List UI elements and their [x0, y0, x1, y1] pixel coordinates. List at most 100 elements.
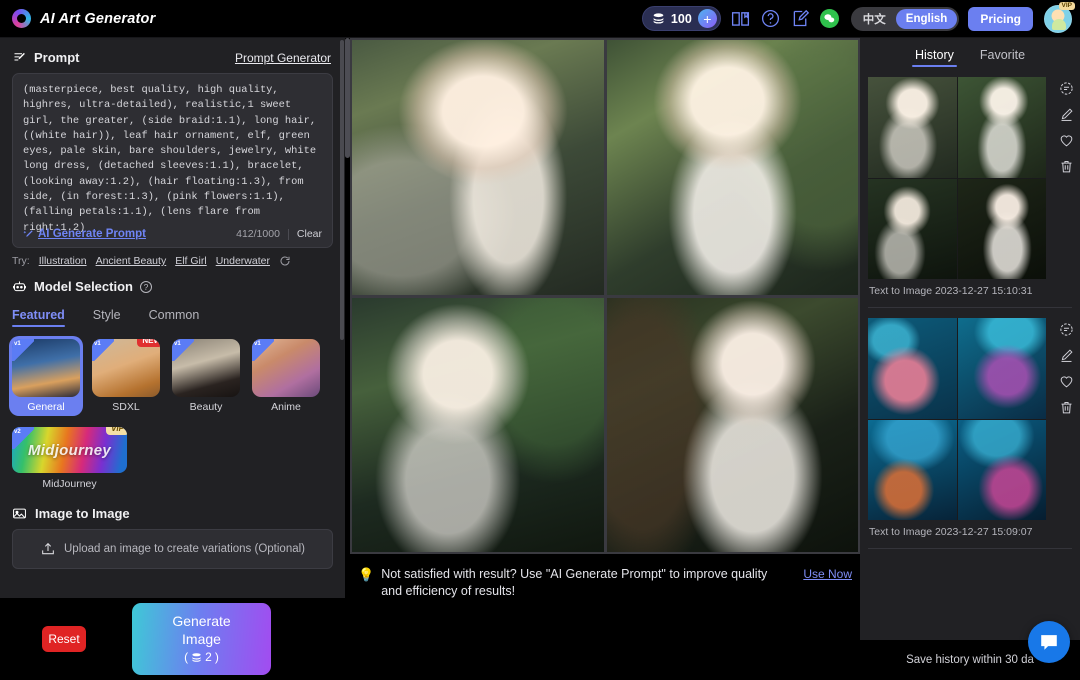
model-section-header: Model Selection ?: [0, 267, 345, 302]
left-scrollbar[interactable]: [340, 40, 344, 340]
tab-favorite[interactable]: Favorite: [980, 48, 1025, 67]
try-tag-illustration[interactable]: Illustration: [39, 255, 87, 267]
language-toggle[interactable]: 中文 English: [850, 6, 960, 31]
coin-stack-icon: [192, 653, 201, 662]
model-card-general[interactable]: v1 General: [9, 336, 83, 416]
result-tip-bar: 💡 Not satisfied with result? Use "AI Gen…: [350, 562, 860, 600]
delete-trash-icon[interactable]: [1059, 159, 1074, 174]
result-image-3[interactable]: [352, 297, 604, 552]
result-image-4[interactable]: [606, 297, 858, 552]
result-tip-text: Not satisfied with result? Use "AI Gener…: [381, 567, 768, 599]
app-header: AI Art Generator 100 + 中文 English Pricin…: [0, 0, 1080, 38]
left-sidebar: Prompt Prompt Generator (masterpiece, be…: [0, 38, 345, 598]
model-card-midjourney[interactable]: v2 Midjourney VIP MidJourney: [12, 427, 127, 490]
avatar[interactable]: VIP: [1044, 1, 1075, 33]
swirl-logo-icon: [12, 9, 31, 28]
model-card-sdxl[interactable]: v1 NEW SDXL: [92, 339, 160, 413]
history-tabs: History Favorite: [860, 38, 1080, 67]
version-corner-badge: v1: [252, 339, 274, 361]
new-badge: NEW: [137, 339, 160, 347]
generate-image-button[interactable]: Generate Image ( 2): [132, 603, 271, 675]
tab-style[interactable]: Style: [93, 308, 121, 327]
try-label: Try:: [12, 255, 30, 267]
vip-badge: VIP: [1058, 1, 1075, 10]
try-tag-underwater[interactable]: Underwater: [216, 255, 270, 267]
history-divider: [868, 548, 1072, 549]
prompt-generator-link[interactable]: Prompt Generator: [235, 51, 331, 65]
chat-bubble-icon[interactable]: [1028, 621, 1070, 663]
prompt-input-box[interactable]: (masterpiece, best quality, high quality…: [12, 73, 333, 248]
tab-featured[interactable]: Featured: [12, 308, 65, 327]
lightbulb-icon: 💡: [358, 567, 375, 582]
model-thumb-beauty: v1: [172, 339, 240, 397]
history-thumb[interactable]: [957, 77, 1046, 178]
history-thumb[interactable]: [868, 318, 957, 419]
add-credits-button[interactable]: +: [697, 9, 717, 28]
book-icon[interactable]: [730, 8, 751, 29]
delete-trash-icon[interactable]: [1059, 400, 1074, 415]
credits-badge[interactable]: 100 +: [641, 6, 721, 31]
regenerate-icon[interactable]: [1059, 322, 1074, 337]
prompt-input[interactable]: (masterpiece, best quality, high quality…: [23, 83, 322, 236]
ai-generate-prompt-button[interactable]: AI Generate Prompt: [23, 228, 146, 240]
prompt-char-counter: 412/1000: [236, 228, 280, 240]
version-corner-badge: v2: [12, 427, 34, 449]
history-caption: Text to Image 2023-12-27 15:09:07: [869, 526, 1033, 538]
history-actions: [1059, 81, 1074, 174]
pricing-button[interactable]: Pricing: [968, 6, 1033, 31]
refresh-icon[interactable]: [279, 255, 291, 267]
regenerate-icon[interactable]: [1059, 81, 1074, 96]
prompt-edit-icon: [12, 50, 27, 65]
wand-icon: [23, 229, 33, 237]
edit-icon[interactable]: [1059, 348, 1074, 363]
lang-english-button[interactable]: English: [895, 8, 958, 29]
credits-amount: 100: [670, 11, 692, 26]
try-tag-elf-girl[interactable]: Elf Girl: [175, 255, 207, 267]
model-label-sdxl: SDXL: [112, 401, 140, 413]
history-retention-note: Save history within 30 da: [906, 654, 1034, 666]
result-image-1[interactable]: [352, 40, 604, 295]
model-label-general: General: [27, 401, 65, 413]
lang-chinese-button[interactable]: 中文: [853, 9, 896, 29]
use-now-link[interactable]: Use Now: [803, 566, 852, 581]
model-card-anime[interactable]: v1 Anime: [252, 339, 320, 413]
tab-common[interactable]: Common: [149, 308, 200, 327]
clear-prompt-button[interactable]: Clear: [297, 228, 322, 240]
results-area: 💡 Not satisfied with result? Use "AI Gen…: [345, 38, 860, 680]
history-thumb-grid[interactable]: [868, 318, 1046, 520]
history-item-2: Text to Image 2023-12-27 15:09:07: [860, 308, 1080, 538]
history-thumb[interactable]: [868, 178, 957, 279]
history-thumb[interactable]: [868, 419, 957, 520]
question-mark-icon[interactable]: ?: [139, 280, 152, 293]
history-thumb-grid[interactable]: [868, 77, 1046, 279]
logo-area[interactable]: AI Art Generator: [0, 9, 155, 28]
upload-image-dropzone[interactable]: Upload an image to create variations (Op…: [12, 529, 333, 569]
favorite-heart-icon[interactable]: [1059, 374, 1074, 389]
upload-icon: [40, 541, 56, 557]
model-card-beauty[interactable]: v1 Beauty: [172, 339, 240, 413]
image-icon: [12, 506, 27, 521]
history-thumb[interactable]: [957, 318, 1046, 419]
tab-history[interactable]: History: [911, 48, 957, 67]
try-tag-ancient-beauty[interactable]: Ancient Beauty: [96, 255, 167, 267]
upload-image-label: Upload an image to create variations (Op…: [64, 543, 305, 555]
app-root: AI Art Generator 100 + 中文 English Pricin…: [0, 0, 1080, 680]
help-circle-icon[interactable]: [760, 8, 781, 29]
result-image-2[interactable]: [606, 40, 858, 295]
history-thumb[interactable]: [868, 77, 957, 178]
generate-label-line1: Generate: [172, 612, 231, 629]
edit-icon[interactable]: [1059, 107, 1074, 122]
divider: [287, 228, 289, 240]
history-thumb[interactable]: [957, 178, 1046, 279]
results-grid: [350, 38, 860, 554]
model-thumb-general: v1: [12, 339, 80, 397]
favorite-heart-icon[interactable]: [1059, 133, 1074, 148]
left-sidebar-scroll: Prompt Prompt Generator (masterpiece, be…: [0, 38, 345, 598]
feedback-edit-icon[interactable]: [790, 8, 811, 29]
history-thumb[interactable]: [957, 419, 1046, 520]
reset-button[interactable]: Reset: [42, 626, 86, 652]
version-corner-badge: v1: [92, 339, 114, 361]
model-thumb-sdxl: v1 NEW: [92, 339, 160, 397]
wechat-icon[interactable]: [819, 9, 839, 28]
generate-cost: ( 2): [184, 649, 219, 664]
